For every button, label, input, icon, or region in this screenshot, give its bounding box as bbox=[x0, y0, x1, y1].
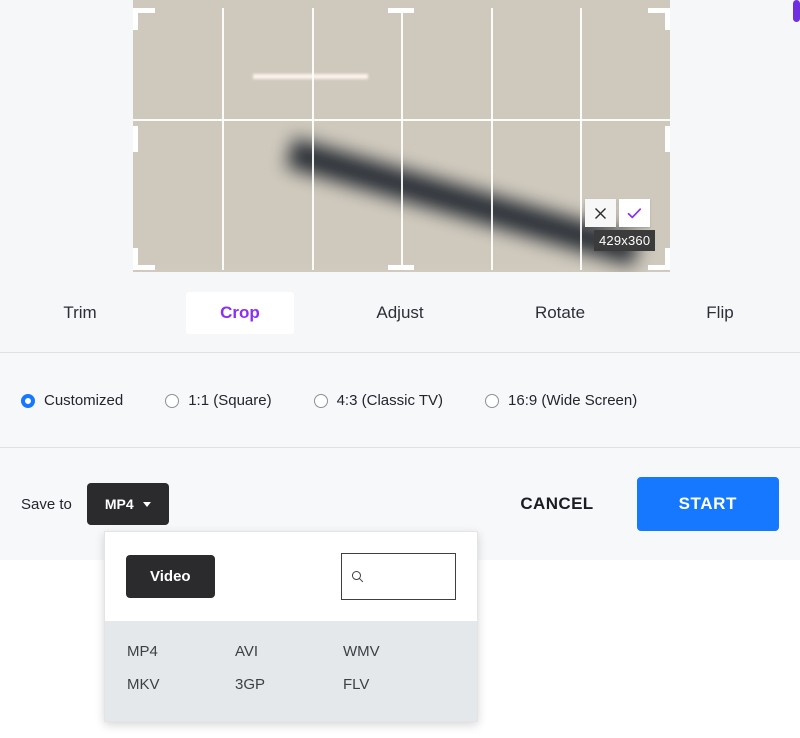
check-icon bbox=[627, 207, 642, 218]
tab-crop[interactable]: Crop bbox=[160, 291, 320, 334]
format-panel-header: Video bbox=[105, 532, 477, 621]
crop-handle-bottom-right[interactable] bbox=[665, 248, 670, 270]
radio-icon bbox=[313, 393, 328, 408]
format-option-wmv[interactable]: WMV bbox=[343, 643, 451, 660]
crop-cancel-button[interactable] bbox=[585, 199, 616, 227]
chevron-down-icon bbox=[142, 501, 151, 507]
tab-trim-label: Trim bbox=[63, 302, 97, 322]
cancel-button[interactable]: CANCEL bbox=[520, 494, 593, 514]
format-options-list: MP4 AVI WMV MKV 3GP FLV bbox=[105, 621, 477, 721]
tab-rotate-label: Rotate bbox=[534, 302, 586, 322]
crop-size-badge: 429x360 bbox=[594, 230, 656, 251]
format-dropdown-value: MP4 bbox=[104, 496, 134, 512]
format-options-grid: MP4 AVI WMV MKV 3GP FLV bbox=[127, 643, 477, 693]
crop-grid-line-vertical bbox=[580, 8, 582, 270]
category-tab-video[interactable]: Video bbox=[126, 555, 215, 598]
radio-customized[interactable]: Customized bbox=[21, 392, 123, 409]
close-icon bbox=[595, 207, 606, 219]
tab-flip-label: Flip bbox=[706, 302, 734, 322]
radio-icon bbox=[165, 393, 180, 408]
scrollbar-thumb[interactable] bbox=[793, 0, 800, 22]
crop-handle-right[interactable] bbox=[665, 126, 670, 152]
radio-square-label: 1:1 (Square) bbox=[188, 392, 272, 409]
tab-trim[interactable]: Trim bbox=[0, 292, 160, 334]
radio-icon bbox=[21, 393, 35, 408]
crop-confirm-button[interactable] bbox=[619, 199, 650, 227]
radio-classic-tv[interactable]: 4:3 (Classic TV) bbox=[313, 392, 444, 409]
format-option-mp4[interactable]: MP4 bbox=[127, 643, 235, 660]
crop-grid-line-horizontal bbox=[133, 119, 670, 121]
format-option-3gp[interactable]: 3GP bbox=[235, 676, 343, 693]
crop-handle-top-right[interactable] bbox=[665, 8, 670, 30]
radio-icon bbox=[485, 393, 500, 408]
radio-customized-label: Customized bbox=[44, 392, 124, 409]
format-option-mkv[interactable]: MKV bbox=[127, 676, 235, 693]
crop-grid-line-vertical bbox=[401, 8, 403, 270]
tab-adjust-label: Adjust bbox=[376, 302, 424, 322]
tab-crop-label: Crop bbox=[186, 291, 294, 334]
start-button[interactable]: START bbox=[636, 477, 779, 531]
aspect-ratio-options: Customized 1:1 (Square) 4:3 (Classic TV)… bbox=[0, 353, 800, 448]
tool-tabs: Trim Crop Adjust Rotate Flip bbox=[0, 272, 800, 353]
tab-flip[interactable]: Flip bbox=[640, 292, 800, 334]
editor-stage: 429x360 bbox=[0, 0, 800, 272]
radio-square[interactable]: 1:1 (Square) bbox=[165, 392, 272, 409]
format-option-flv[interactable]: FLV bbox=[343, 676, 451, 693]
format-option-avi[interactable]: AVI bbox=[235, 643, 343, 660]
crop-handle-bottom-left[interactable] bbox=[133, 248, 138, 270]
search-icon bbox=[351, 570, 364, 583]
crop-grid-line-vertical bbox=[222, 8, 224, 270]
format-search-box[interactable] bbox=[341, 553, 456, 600]
radio-wide-screen-label: 16:9 (Wide Screen) bbox=[508, 392, 638, 409]
crop-grid-line-vertical bbox=[491, 8, 493, 270]
crop-selection-frame[interactable] bbox=[133, 8, 670, 270]
tab-adjust[interactable]: Adjust bbox=[320, 292, 480, 334]
crop-action-buttons bbox=[585, 199, 650, 227]
save-to-label: Save to bbox=[21, 495, 72, 513]
radio-wide-screen[interactable]: 16:9 (Wide Screen) bbox=[485, 392, 637, 409]
crop-handle-left[interactable] bbox=[133, 126, 138, 152]
format-dropdown-button[interactable]: MP4 bbox=[86, 483, 169, 525]
crop-handle-top-left[interactable] bbox=[133, 8, 138, 30]
crop-handle-bottom[interactable] bbox=[388, 265, 414, 270]
format-search-input[interactable] bbox=[369, 567, 446, 586]
tab-rotate[interactable]: Rotate bbox=[480, 292, 640, 334]
radio-classic-tv-label: 4:3 (Classic TV) bbox=[336, 392, 444, 409]
format-dropdown-panel: Video MP4 AVI WMV MKV 3GP FLV bbox=[104, 531, 478, 722]
crop-grid-line-vertical bbox=[312, 8, 314, 270]
crop-handle-top[interactable] bbox=[388, 8, 414, 13]
